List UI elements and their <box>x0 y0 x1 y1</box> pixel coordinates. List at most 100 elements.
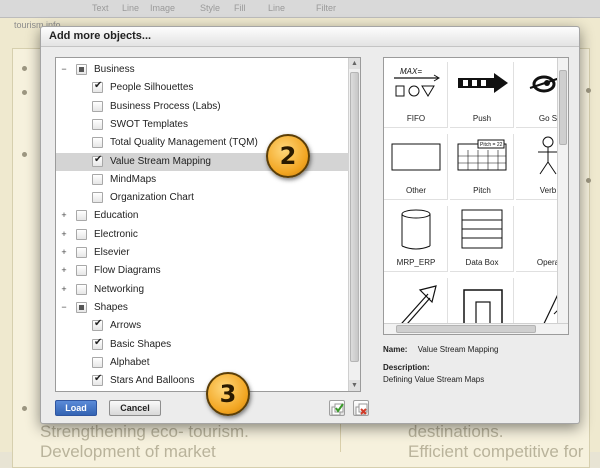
tree-row-label: Arrows <box>110 320 142 332</box>
scroll-up-icon[interactable]: ▲ <box>349 58 360 69</box>
preview-horizontal-scrollbar[interactable] <box>384 323 568 334</box>
tree-row-label: Basic Shapes <box>110 338 172 350</box>
tree-row[interactable]: + Flow Diagrams <box>56 262 349 280</box>
category-checkbox[interactable] <box>92 192 103 204</box>
tree-row-label: Total Quality Management (TQM) <box>110 137 258 149</box>
object-tile-label: Data Box <box>465 258 499 267</box>
toolbar-item: Image <box>150 3 176 13</box>
category-checkbox[interactable] <box>92 100 103 112</box>
tree-row-label: SWOT Templates <box>110 118 188 130</box>
tree-row[interactable]: − Shapes <box>56 299 349 317</box>
name-key: Name: <box>383 345 408 354</box>
scroll-down-icon[interactable]: ▼ <box>349 380 360 391</box>
toolbar-item: Filter <box>316 3 336 13</box>
object-tile-label: Other <box>405 186 426 195</box>
background-bullet <box>22 152 27 157</box>
expand-icon[interactable]: + <box>60 211 68 220</box>
tree-row[interactable]: Stars And Balloons <box>56 372 349 390</box>
category-checkbox[interactable] <box>76 210 87 222</box>
category-checkbox[interactable] <box>76 301 87 313</box>
svg-text:Pitch = 22: Pitch = 22 <box>480 142 503 148</box>
category-checkbox[interactable] <box>76 283 87 295</box>
tree-row-label: Stars And Balloons <box>110 375 195 387</box>
load-button[interactable]: Load <box>55 400 97 416</box>
tree-row-label: Business <box>94 64 135 75</box>
uncheck-all-button[interactable] <box>353 400 369 416</box>
tree-row[interactable]: Arrows <box>56 317 349 335</box>
toolbar-item: Style <box>200 3 221 13</box>
tree-row-label: People Silhouettes <box>110 82 194 94</box>
category-checkbox[interactable] <box>92 173 103 185</box>
expand-icon[interactable]: + <box>60 266 68 275</box>
tree-row[interactable]: + Elsevier <box>56 244 349 262</box>
background-toolbar: Text Line Image Style Fill Line Filter <box>0 0 600 18</box>
check-all-button[interactable] <box>329 400 345 416</box>
tree-row[interactable]: People Silhouettes <box>56 79 349 97</box>
tree-row-label: Alphabet <box>110 356 150 368</box>
object-tile[interactable]: Other <box>384 134 448 200</box>
background-text: Development of market <box>40 442 216 461</box>
category-checkbox[interactable] <box>92 356 103 368</box>
scroll-thumb[interactable] <box>396 325 536 333</box>
tree-row-label: Flow Diagrams <box>94 265 161 277</box>
tree-row-label: Networking <box>94 283 145 295</box>
object-tile[interactable]: MAX= FIFO <box>384 62 448 128</box>
tree-row[interactable]: + Networking <box>56 281 349 299</box>
tree-row-label: Shapes <box>94 301 128 313</box>
tree-row[interactable]: + Electronic <box>56 226 349 244</box>
background-text: destinations. <box>408 422 504 441</box>
category-checkbox[interactable] <box>92 80 103 94</box>
tree-row[interactable]: SWOT Templates <box>56 116 349 134</box>
category-checkbox[interactable] <box>92 137 103 149</box>
tree-row[interactable]: Alphabet <box>56 354 349 372</box>
category-checkbox[interactable] <box>92 337 103 350</box>
tree-row-label: Business Process (Labs) <box>110 100 221 112</box>
category-checkbox[interactable] <box>92 318 103 332</box>
tree-row[interactable]: + Education <box>56 207 349 225</box>
background-text: Efficient competitive for <box>408 442 584 461</box>
tree-row[interactable]: Business Process (Labs) <box>56 98 349 116</box>
expand-icon[interactable]: + <box>60 284 68 294</box>
object-tile[interactable]: Data Box <box>450 206 514 272</box>
scroll-thumb[interactable] <box>559 70 567 145</box>
tree-row[interactable]: − Business <box>56 61 349 79</box>
description-value: Defining Value Stream Maps <box>383 375 485 384</box>
tree-scrollbar[interactable]: ▲ ▼ <box>348 58 360 391</box>
tree-row[interactable]: MindMaps <box>56 171 349 189</box>
background-bullet <box>22 90 27 95</box>
tree-row-label: Elsevier <box>94 247 130 258</box>
object-tile-label: Pitch <box>473 186 491 195</box>
background-bullet <box>586 88 591 93</box>
category-checkbox[interactable] <box>92 154 103 167</box>
category-checkbox[interactable] <box>92 118 103 130</box>
category-tree[interactable]: ▲ ▼ − Business People Silhouettes Business … <box>55 57 361 392</box>
object-tile[interactable]: MRP_ERP <box>384 206 448 272</box>
category-checkbox[interactable] <box>76 247 87 258</box>
object-tile[interactable]: Push <box>450 62 514 128</box>
cancel-button[interactable]: Cancel <box>109 400 161 416</box>
tree-row-label: Electronic <box>94 228 138 240</box>
expand-icon[interactable]: + <box>60 248 68 257</box>
name-value: Value Stream Mapping <box>417 345 499 354</box>
background-bullet <box>22 66 27 71</box>
tree-row-label: MindMaps <box>110 173 157 185</box>
category-checkbox[interactable] <box>76 265 87 277</box>
scroll-thumb[interactable] <box>350 72 359 362</box>
category-checkbox[interactable] <box>92 373 103 387</box>
tree-row[interactable]: Basic Shapes <box>56 336 349 354</box>
collapse-icon[interactable]: − <box>60 65 68 74</box>
expand-icon[interactable]: + <box>60 229 68 239</box>
add-objects-dialog: Add more objects... ▲ ▼ − Business People … <box>40 26 580 424</box>
check-all-icon <box>331 403 344 416</box>
category-checkbox[interactable] <box>76 228 87 240</box>
toolbar-item: Line <box>268 3 286 13</box>
object-tile[interactable]: Pitch = 22 Pitch <box>450 134 514 200</box>
object-preview-panel: Opera Data Box MRP_ERP Verb Pitch = 22 Pitch O… <box>383 57 569 335</box>
collapse-icon[interactable]: − <box>60 302 68 312</box>
uncheck-all-icon <box>355 403 368 416</box>
tree-row[interactable]: Organization Chart <box>56 189 349 207</box>
category-checkbox[interactable] <box>76 64 87 75</box>
tree-row-label: Education <box>94 210 139 222</box>
tree-row-label: Value Stream Mapping <box>110 155 211 167</box>
preview-vertical-scrollbar[interactable] <box>557 58 568 324</box>
